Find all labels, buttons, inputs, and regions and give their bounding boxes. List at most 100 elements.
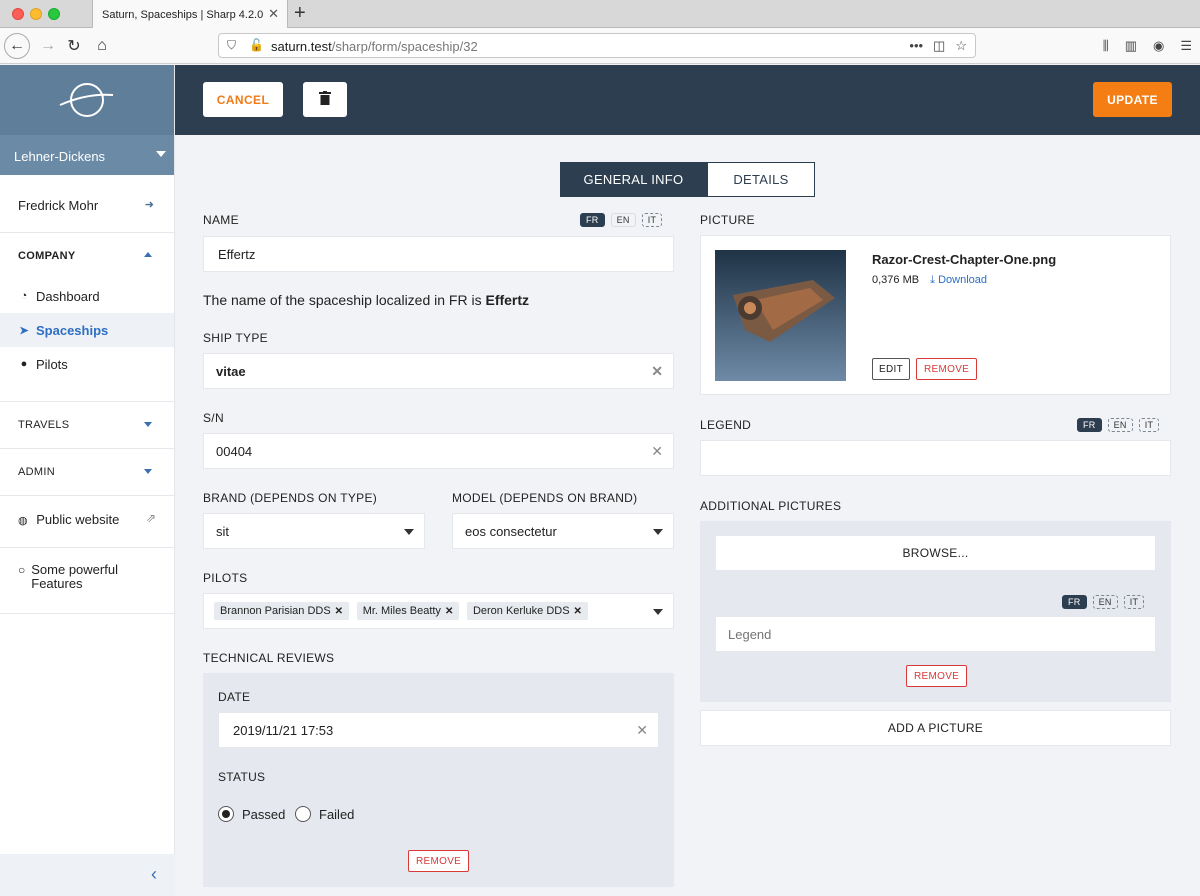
legend-label: LEGEND: [700, 418, 752, 432]
sidebar-item-spaceships[interactable]: ➤ Spaceships: [0, 313, 174, 347]
organization-select[interactable]: Lehner-Dickens: [0, 135, 174, 175]
insecure-lock-icon[interactable]: 🔓: [249, 38, 264, 52]
shield-icon[interactable]: ⛉: [227, 38, 236, 53]
sidebar-item-dashboard[interactable]: ◔ Dashboard: [0, 279, 174, 313]
window-zoom-button[interactable]: [48, 8, 60, 20]
admin-section[interactable]: ADMIN: [0, 449, 174, 496]
remove-tag-icon[interactable]: ✕: [574, 606, 582, 617]
locale-en[interactable]: EN: [1107, 418, 1133, 432]
pilot-tag: Deron Kerluke DDS ✕: [466, 602, 588, 620]
window-close-button[interactable]: [12, 8, 24, 20]
locale-fr[interactable]: FR: [1062, 595, 1087, 609]
browse-button[interactable]: BROWSE...: [715, 535, 1156, 571]
locale-it[interactable]: IT: [641, 213, 663, 227]
user-row: Fredrick Mohr ➜: [0, 175, 174, 233]
forward-icon[interactable]: →: [36, 34, 60, 58]
close-tab-icon[interactable]: ✕: [268, 6, 279, 22]
download-label: Download: [938, 274, 988, 286]
dashboard-icon: ◔: [20, 290, 28, 302]
browser-tabbar: Saturn, Spaceships | Sharp 4.2.0 ✕ +: [0, 0, 1200, 29]
status-failed-radio[interactable]: Failed: [295, 806, 354, 822]
remove-tag-icon[interactable]: ✕: [335, 606, 343, 617]
collapse-sidebar-button[interactable]: ‹: [0, 854, 175, 896]
model-select[interactable]: eos consectetur: [452, 513, 674, 549]
picture-label: PICTURE: [700, 213, 755, 227]
remove-additional-picture-button[interactable]: REMOVE: [906, 665, 968, 687]
saturn-logo-icon: [59, 83, 114, 117]
cancel-button[interactable]: CANCEL: [203, 82, 283, 117]
pilots-multiselect[interactable]: Brannon Parisian DDS ✕ Mr. Miles Beatty ✕ …: [203, 593, 674, 629]
pilot-tag: Brannon Parisian DDS ✕: [214, 602, 350, 620]
sidebar-toggle-icon[interactable]: ▥: [1125, 38, 1137, 54]
home-icon[interactable]: ⌂: [90, 34, 114, 58]
sn-input[interactable]: 00404 ✕: [203, 433, 674, 469]
user-name: Fredrick Mohr: [18, 198, 99, 213]
date-input[interactable]: 2019/11/21 17:53 ✕: [218, 712, 659, 748]
brand-select[interactable]: sit: [203, 513, 425, 549]
remove-review-button[interactable]: REMOVE: [408, 850, 470, 872]
legend-input[interactable]: [700, 440, 1171, 476]
brand-label: BRAND (DEPENDS ON TYPE): [203, 491, 378, 505]
sn-label: S/N: [203, 411, 224, 425]
add-picture-button[interactable]: ADD A PICTURE: [700, 710, 1171, 746]
tab-general-info[interactable]: GENERAL INFO: [560, 162, 707, 197]
browser-tab[interactable]: Saturn, Spaceships | Sharp 4.2.0 ✕: [92, 0, 288, 29]
new-tab-icon[interactable]: +: [294, 2, 306, 25]
picture-filename: Razor-Crest-Chapter-One.png: [872, 252, 1057, 267]
clear-icon[interactable]: ✕: [651, 363, 663, 380]
locale-fr[interactable]: FR: [1077, 418, 1102, 432]
back-icon[interactable]: ←: [4, 33, 30, 59]
status-passed-radio[interactable]: Passed: [218, 806, 285, 822]
trash-icon: [319, 91, 331, 105]
logout-icon[interactable]: ➜: [145, 198, 154, 211]
picture-size: 0,376 MB: [872, 274, 920, 286]
reload-icon[interactable]: ↻: [62, 34, 86, 58]
locale-en[interactable]: EN: [1092, 595, 1118, 609]
comment-icon: ○: [18, 563, 26, 577]
name-input[interactable]: Effertz: [203, 236, 674, 272]
company-section-toggle[interactable]: COMPANY: [0, 233, 174, 279]
chevron-up-icon: [144, 252, 152, 257]
download-link[interactable]: ⤓ Download: [930, 274, 987, 286]
locale-it[interactable]: IT: [1138, 418, 1160, 432]
ship-type-select[interactable]: vitae ✕: [203, 353, 674, 389]
browser-toolbar: ← → ↻ ⌂ ⛉ 🔓 saturn.test/sharp/form/space…: [0, 28, 1200, 64]
features-link[interactable]: ○ Some powerful Features: [0, 548, 174, 614]
locale-fr[interactable]: FR: [580, 213, 605, 227]
spaceship-thumbnail[interactable]: [715, 250, 846, 381]
menu-icon[interactable]: ☰: [1180, 38, 1192, 54]
url-bar[interactable]: ⛉ 🔓 saturn.test/sharp/form/spaceship/32 …: [218, 33, 976, 58]
page-actions-icon[interactable]: •••: [909, 38, 923, 54]
pilot-tag-label: Deron Kerluke DDS: [472, 605, 570, 617]
sidebar-item-pilots[interactable]: ● Pilots: [0, 347, 174, 381]
chevron-down-icon: [144, 469, 152, 474]
picture-upload: Razor-Crest-Chapter-One.png 0,376 MB ⤓ D…: [700, 235, 1171, 395]
window-minimize-button[interactable]: [30, 8, 42, 20]
remove-tag-icon[interactable]: ✕: [445, 606, 453, 617]
account-icon[interactable]: ◉: [1153, 38, 1164, 54]
clear-icon[interactable]: ✕: [636, 722, 648, 739]
locale-en[interactable]: EN: [610, 213, 636, 227]
library-icon[interactable]: ⫼: [1103, 38, 1109, 54]
form-action-bar: CANCEL UPDATE: [175, 65, 1200, 135]
pilot-tag-label: Mr. Miles Beatty: [362, 605, 441, 617]
clear-icon[interactable]: ✕: [651, 443, 663, 460]
picture-meta: 0,376 MB ⤓ Download: [872, 274, 987, 287]
travels-section[interactable]: TRAVELS: [0, 402, 174, 449]
bookmark-star-icon[interactable]: ☆: [955, 38, 967, 54]
remove-picture-button[interactable]: REMOVE: [916, 358, 978, 380]
travels-section-toggle[interactable]: TRAVELS: [0, 402, 174, 448]
public-website-link[interactable]: ◍ Public website ⇗: [0, 496, 174, 548]
tab-details[interactable]: DETAILS: [707, 162, 815, 197]
update-button[interactable]: UPDATE: [1093, 82, 1172, 117]
ship-type-label: SHIP TYPE: [203, 331, 268, 345]
additional-legend-input[interactable]: [715, 616, 1156, 652]
additional-picture-item: BROWSE... FR EN IT REMOVE: [700, 521, 1171, 702]
edit-picture-button[interactable]: EDIT: [872, 358, 910, 380]
locale-it[interactable]: IT: [1123, 595, 1145, 609]
delete-button[interactable]: [303, 82, 347, 117]
download-icon: ⤓: [930, 274, 936, 286]
admin-section-toggle[interactable]: ADMIN: [0, 449, 174, 495]
app-logo[interactable]: [0, 65, 174, 135]
pocket-icon[interactable]: ◫: [933, 38, 945, 54]
